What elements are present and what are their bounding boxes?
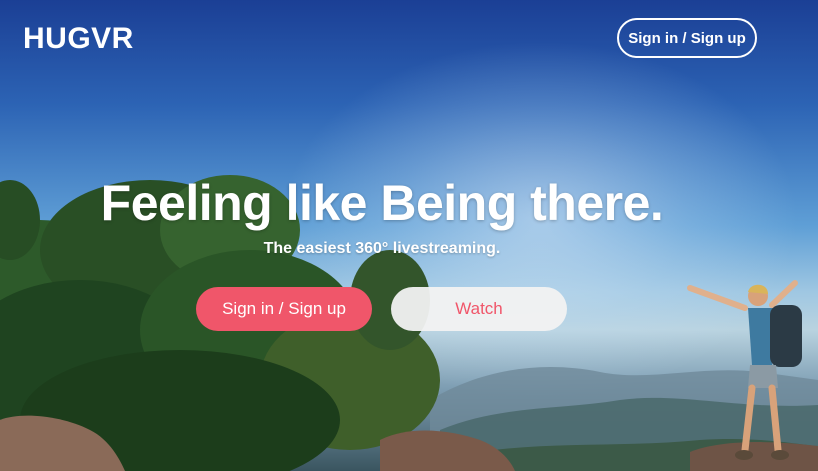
header-signin-button[interactable]: Sign in / Sign up bbox=[617, 18, 757, 58]
hero-signin-button[interactable]: Sign in / Sign up bbox=[196, 287, 372, 331]
watch-button[interactable]: Watch bbox=[391, 287, 567, 331]
hero-headline: Feeling like Being there. bbox=[100, 175, 664, 231]
landscape-background bbox=[0, 175, 818, 471]
hero-subline: The easiest 360° livestreaming. bbox=[263, 240, 501, 257]
hero-section: HUGVR Sign in / Sign up Feeling like Bei… bbox=[0, 0, 818, 471]
brand-logo[interactable]: HUGVR bbox=[23, 22, 134, 56]
